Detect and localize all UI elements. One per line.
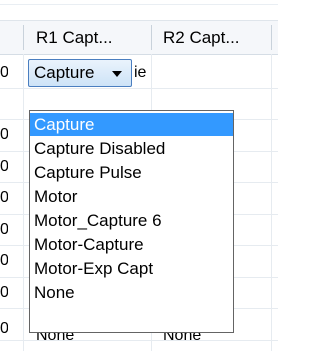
row-index: 0: [0, 189, 8, 206]
combobox-value: Capture: [34, 63, 95, 82]
dropdown-option-motor-exp-capt[interactable]: Motor-Exp Capt: [30, 257, 233, 280]
dropdown-arrow-icon[interactable]: [112, 71, 122, 77]
top-border: [0, 0, 278, 5]
grid-header: R1 Capt... R2 Capt...: [0, 20, 278, 55]
column-line: [271, 54, 272, 351]
row-index: 0: [0, 64, 8, 81]
dropdown-option-capture[interactable]: Capture: [30, 113, 233, 136]
dropdown-option-motor[interactable]: Motor: [30, 185, 233, 208]
column-line: [23, 54, 24, 351]
row-index: 0: [0, 320, 8, 337]
row-index: 0: [0, 252, 8, 269]
dropdown-option-motor-capture[interactable]: Motor-Capture: [30, 233, 233, 256]
dropdown-option-none[interactable]: None: [30, 281, 233, 304]
cell-r2-value[interactable]: ie: [134, 64, 146, 82]
row-index: 0: [0, 221, 8, 238]
dropdown-option-capture-disabled[interactable]: Capture Disabled: [30, 137, 233, 160]
row-index: 0: [0, 284, 8, 301]
capture-mode-dropdown-list: Capture Capture Disabled Capture Pulse M…: [29, 110, 234, 333]
dropdown-option-motor-capture-6[interactable]: Motor_Capture 6: [30, 209, 233, 232]
header-separator: [151, 25, 152, 50]
header-separator: [23, 25, 24, 50]
column-header-r2-capture[interactable]: R2 Capt...: [163, 21, 267, 54]
header-separator: [271, 25, 272, 50]
row-index: 0: [0, 158, 8, 175]
row-index: 0: [0, 126, 8, 143]
capture-mode-combobox[interactable]: Capture: [28, 59, 132, 87]
column-header-r1-capture[interactable]: R1 Capt...: [36, 21, 143, 54]
grid-with-dropdown: R1 Capt... R2 Capt... 0 0 0 0 0 0 0 0 ie…: [0, 0, 278, 351]
dropdown-option-capture-pulse[interactable]: Capture Pulse: [30, 161, 233, 184]
